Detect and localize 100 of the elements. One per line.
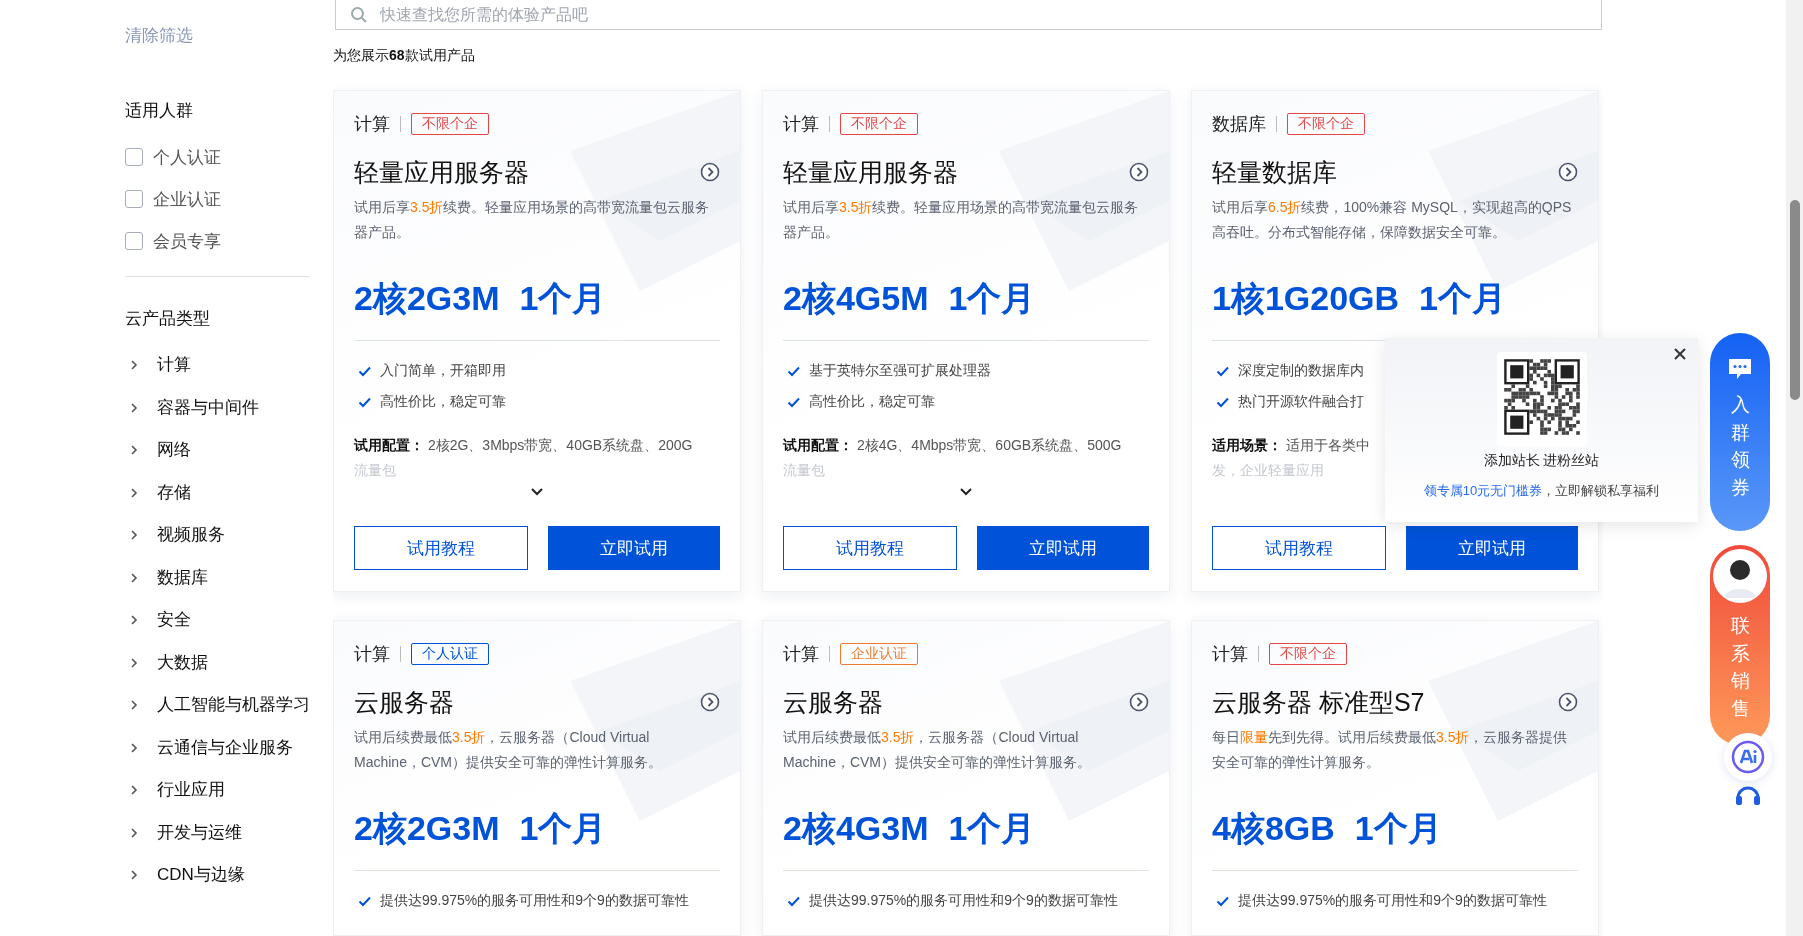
category-label: 视频服务 [157,524,225,547]
arrow-circle-icon[interactable] [700,162,720,182]
category-label: 网络 [157,439,191,462]
check-icon [787,395,801,408]
tutorial-button[interactable]: 试用教程 [354,526,528,570]
spec-text: 4核8GB [1212,808,1335,848]
product-description: 每日 限量先到先得。试用后续费最低3.5折，云服务器提供安全可靠的弹性计算服务。 [1212,728,1569,772]
feature-text: 提供达99.975%的服务可用性和9个9的数据可靠性 [809,891,1118,910]
category-label: 计算 [354,113,390,136]
category-label: 开发与运维 [157,821,242,844]
checkbox-option[interactable]: 企业认证 [125,178,221,220]
duration-text: 1个月 [948,278,1036,318]
feature-text: 基于英特尔至强可扩展处理器 [809,361,991,380]
checkbox[interactable] [125,148,143,166]
check-icon [358,364,372,377]
scrollbar-thumb[interactable] [1789,200,1800,400]
arrow-circle-icon[interactable] [1129,162,1149,182]
category-item[interactable]: 计算 [125,344,310,387]
popup-caption: 添加站长 进粉丝站 [1483,452,1600,470]
tutorial-button[interactable]: 试用教程 [783,526,957,570]
chevron-down-icon[interactable] [959,487,973,497]
feature-text: 深度定制的数据库内 [1238,361,1364,380]
product-title: 轻量应用服务器 [783,157,958,187]
category-item[interactable]: 容器与中间件 [125,386,310,429]
tag-badge: 个人认证 [411,643,489,665]
try-now-button[interactable]: 立即试用 [977,526,1149,570]
feature-text: 入门简单，开箱即用 [380,361,506,380]
tutorial-button[interactable]: 试用教程 [1212,526,1386,570]
product-title: 云服务器 标准型S7 [1212,687,1425,717]
feature-text: 高性价比，稳定可靠 [380,392,506,411]
category-item[interactable]: 行业应用 [125,769,310,812]
duration-text: 1个月 [519,808,607,848]
try-now-button[interactable]: 立即试用 [548,526,720,570]
config-text: 流量包 [783,461,825,480]
try-now-button[interactable]: 立即试用 [1406,526,1578,570]
search-input[interactable]: 快速查找您所需的体验产品吧 [378,4,1587,25]
search-icon [350,5,368,24]
spec-text: 1核1G20GB [1212,278,1400,318]
checkbox[interactable] [125,232,143,250]
product-description: 试用后续费最低3.5折，云服务器（Cloud Virtual Machine，CVM）提供安全可靠的弹性计算服务。 [354,728,664,772]
product-title: 云服务器 [783,687,883,717]
config-text: 试用配置： 2核2G、3Mbps带宽、40GB系统盘、200G [354,436,693,455]
arrow-circle-icon[interactable] [700,692,720,712]
check-icon [787,364,801,377]
category-label: 数据库 [157,566,208,589]
ai-assistant-button[interactable] [1724,733,1772,781]
search-field[interactable]: 快速查找您所需的体验产品吧 [335,0,1602,30]
tag-badge: 不限个企 [1287,113,1365,135]
category-label: 大数据 [157,651,208,674]
arrow-circle-icon[interactable] [1129,692,1149,712]
category-item[interactable]: 开发与运维 [125,811,310,854]
arrow-circle-icon[interactable] [1558,692,1578,712]
spec-text: 2核2G3M [354,808,500,848]
check-icon [1216,894,1230,907]
category-label: 计算 [783,113,819,136]
category-label: 计算 [157,354,191,377]
feature-text: 高性价比，稳定可靠 [809,392,935,411]
duration-text: 1个月 [1354,808,1442,848]
category-label: 云通信与企业服务 [157,736,293,759]
duration-text: 1个月 [948,808,1036,848]
chat-icon [1727,357,1753,381]
category-label: 计算 [354,643,390,666]
category-item[interactable]: 云通信与企业服务 [125,726,310,769]
category-item[interactable]: 网络 [125,429,310,472]
vertical-label: 联系销售 [1730,614,1750,721]
category-item[interactable]: 数据库 [125,556,310,599]
product-description: 试用后享3.5折续费。轻量应用场景的高带宽流量包云服务器产品。 [783,198,1140,242]
category-label: 行业应用 [157,779,225,802]
category-item[interactable]: 安全 [125,599,310,642]
feature-text: 提供达99.975%的服务可用性和9个9的数据可靠性 [380,891,689,910]
check-icon [787,894,801,907]
checkbox-option[interactable]: 会员专享 [125,220,221,262]
product-description: 试用后享3.5折续费。轻量应用场景的高带宽流量包云服务器产品。 [354,198,711,242]
tag-badge: 不限个企 [411,113,489,135]
category-item[interactable]: 大数据 [125,641,310,684]
headset-icon [1734,784,1762,808]
tag-badge: 企业认证 [840,643,918,665]
checkbox-option[interactable]: 个人认证 [125,136,221,178]
category-label: 计算 [1212,643,1248,666]
category-item[interactable]: 视频服务 [125,514,310,557]
section-title: 适用人群 [125,100,194,122]
close-icon[interactable] [1674,348,1686,360]
feature-text: 热门开源软件融合打 [1238,392,1364,411]
chevron-down-icon[interactable] [530,487,544,497]
spec-text: 2核2G3M [354,278,500,318]
offer-text: 领专属10元无门槛券，立即解锁私享福利 [1423,482,1660,500]
feature-text: 提供达99.975%的服务可用性和9个9的数据可靠性 [1238,891,1547,910]
category-label: 人工智能与机器学习 [157,694,310,717]
product-title: 轻量应用服务器 [354,157,529,187]
category-item[interactable]: CDN与边缘 [125,854,310,897]
config-text: 适用场景： 适用于各类中 [1212,436,1370,455]
config-text: 流量包 [354,461,396,480]
group-coupon-button[interactable]: 入群领券 [1710,333,1770,531]
scrollbar[interactable] [1786,0,1803,936]
checkbox[interactable] [125,190,143,208]
arrow-circle-icon[interactable] [1558,162,1578,182]
category-item[interactable]: 人工智能与机器学习 [125,684,310,727]
category-item[interactable]: 存储 [125,471,310,514]
check-icon [1216,364,1230,377]
config-text: 发，企业轻量应用 [1212,461,1324,480]
